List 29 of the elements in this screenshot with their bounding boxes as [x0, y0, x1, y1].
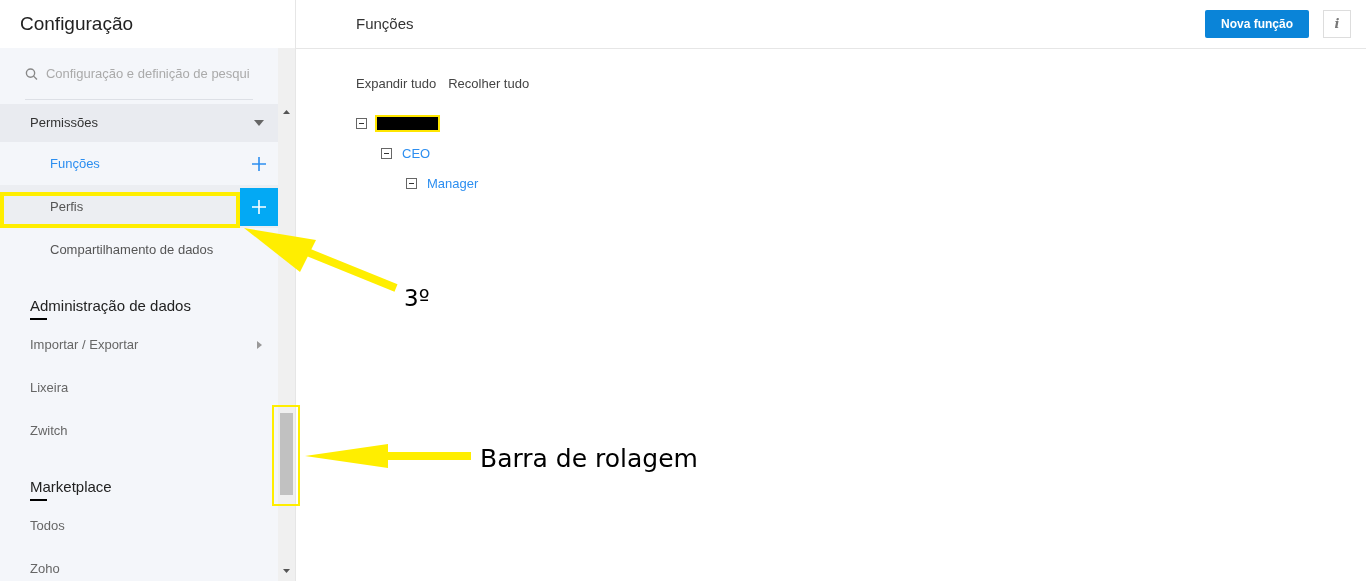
sidebar-item[interactable]: Todos	[0, 504, 278, 547]
collapse-icon[interactable]	[381, 148, 392, 159]
caret-down-icon	[254, 120, 264, 126]
sidebar-item[interactable]: Funções	[0, 142, 278, 185]
section-heading: Marketplace	[30, 475, 112, 498]
plus-icon	[252, 199, 266, 214]
sidebar-item[interactable]: Compartilhamento de dados	[0, 228, 278, 271]
toolbar-link[interactable]: Recolher tudo	[448, 74, 530, 94]
scrollbar[interactable]	[278, 48, 295, 581]
tree-node-link[interactable]: CEO	[402, 143, 431, 164]
group-label: Permissões	[30, 114, 98, 133]
info-button[interactable]: i	[1323, 10, 1351, 38]
search-field[interactable]: Configuração e definição de pesqui	[45, 63, 253, 84]
sidebar-group[interactable]: Permissões	[0, 104, 278, 142]
sidebar-item[interactable]: Zoho	[0, 547, 278, 581]
search-icon	[25, 66, 38, 81]
plus-icon	[252, 156, 266, 171]
annotation-label: 3º	[404, 284, 430, 313]
collapse-icon[interactable]	[406, 178, 417, 189]
page-title: Funções	[356, 13, 414, 34]
section-heading: Administração de dados	[30, 294, 191, 317]
sidebar-item[interactable]: Importar / Exportar	[0, 323, 278, 366]
sidebar-item[interactable]: Lixeira	[0, 366, 278, 409]
annotation-label: Barra de rolagem	[480, 443, 698, 475]
toolbar-link[interactable]: Expandir tudo	[356, 74, 437, 94]
tree-node-link[interactable]: Manager	[427, 173, 479, 194]
new-role-button[interactable]: Nova função	[1205, 10, 1309, 38]
collapse-icon[interactable]	[356, 118, 367, 129]
sidebar-item[interactable]: Zwitch	[0, 409, 278, 452]
